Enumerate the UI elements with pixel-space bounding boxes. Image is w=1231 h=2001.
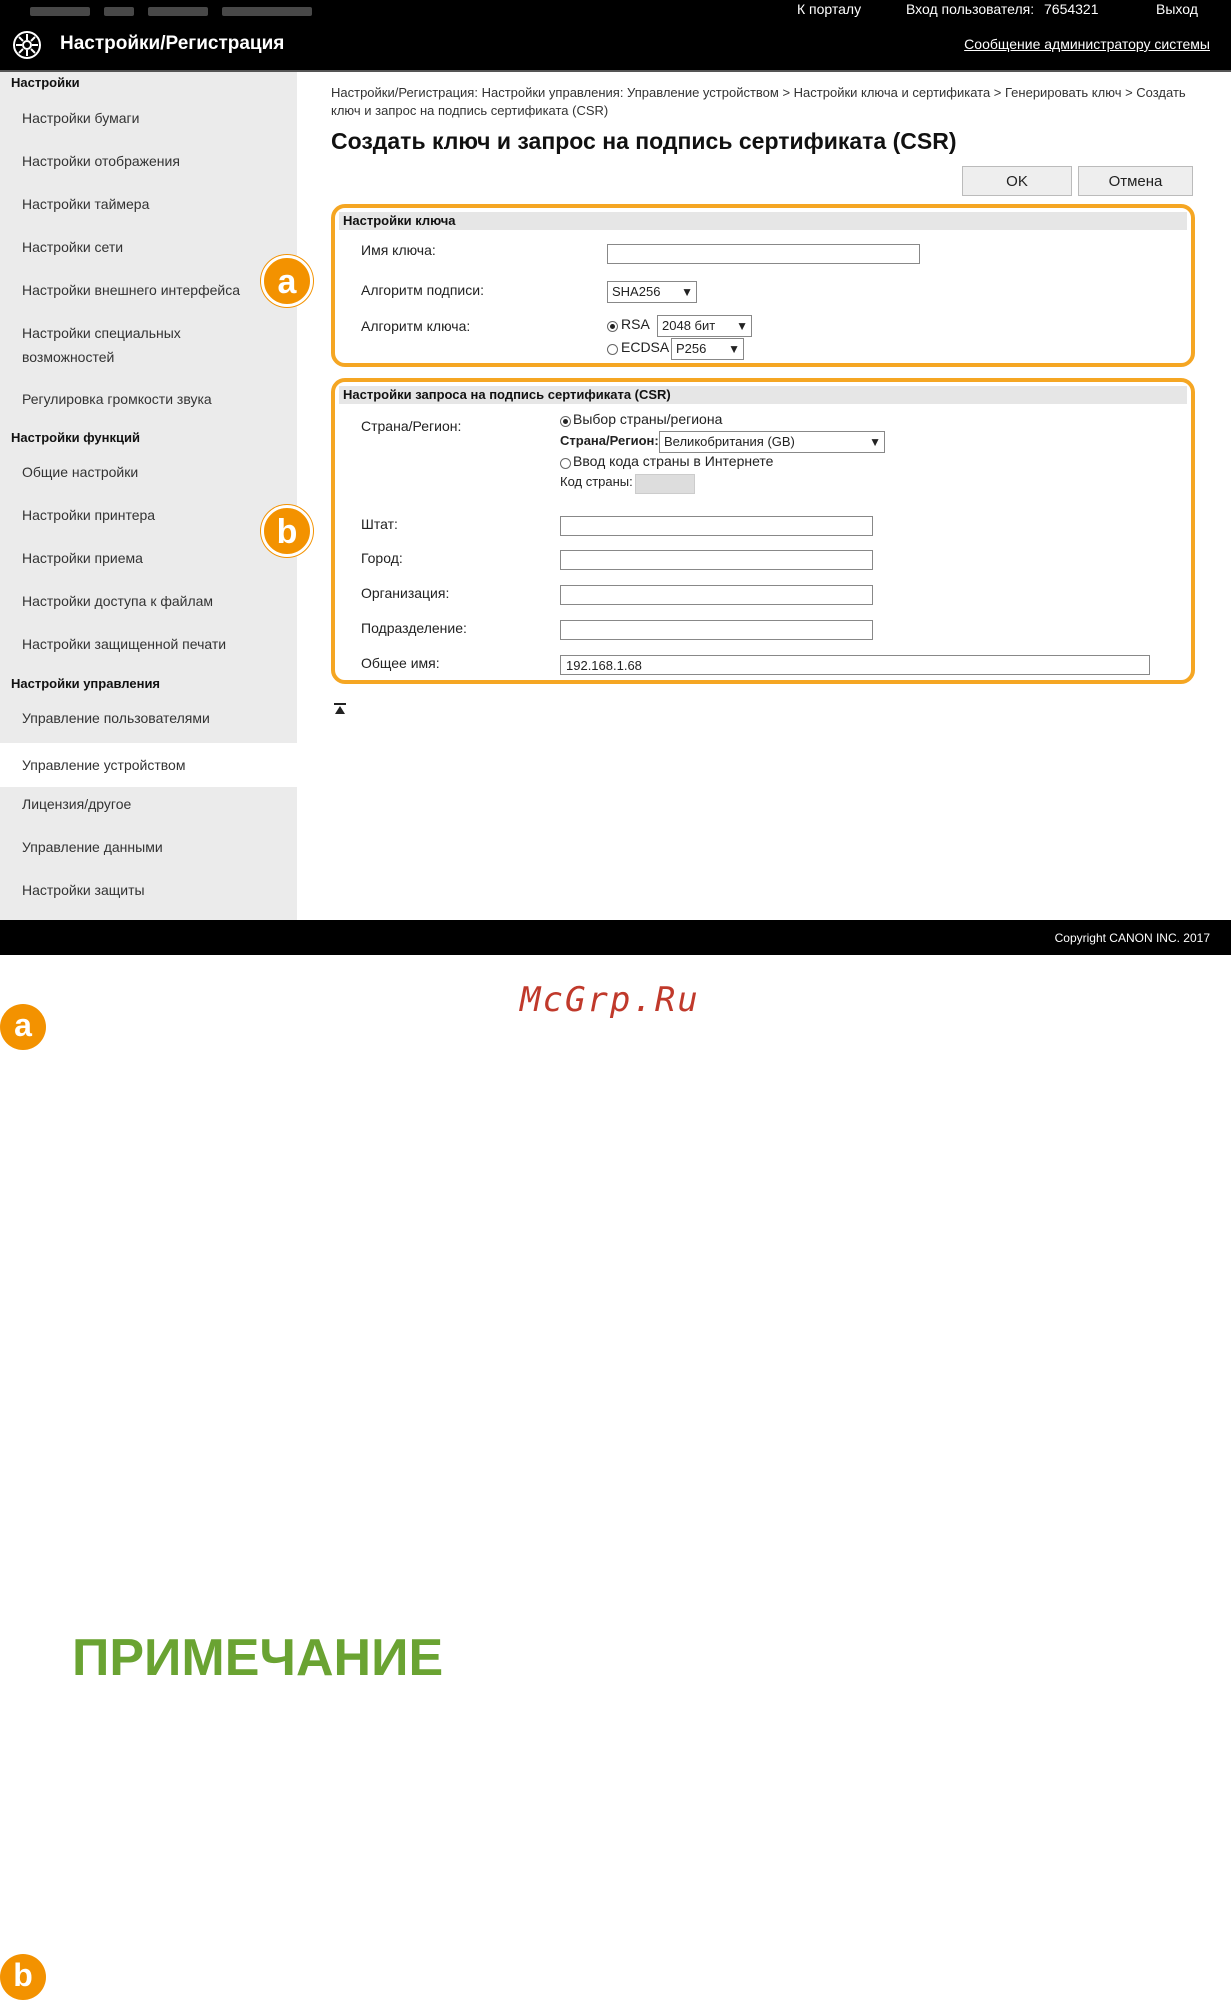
unit-input[interactable]	[560, 620, 873, 640]
organization-input[interactable]	[560, 585, 873, 605]
breadcrumb: Настройки/Регистрация: Настройки управле…	[331, 85, 1186, 118]
key-settings-heading: Настройки ключа	[339, 212, 1187, 230]
scroll-to-top-icon[interactable]	[333, 702, 347, 716]
title-bar: Настройки/Регистрация Сообщение админист…	[0, 18, 1231, 72]
common-name-label: Общее имя:	[361, 655, 440, 671]
select-country-label: Выбор страны/региона	[573, 411, 723, 427]
internet-code-label: Ввод кода страны в Интернете	[573, 453, 774, 469]
chevron-down-icon: ▼	[736, 319, 748, 333]
country-region-label: Страна/Регион:	[560, 433, 659, 448]
doc-badge-b: b	[0, 1954, 46, 2000]
sidebar-item-license[interactable]: Лицензия/другое	[22, 792, 284, 816]
logout-link[interactable]: Выход	[1156, 1, 1198, 17]
app-title: Настройки/Регистрация	[60, 33, 285, 54]
sidebar-item-network[interactable]: Настройки сети	[22, 235, 284, 259]
key-name-input[interactable]	[607, 244, 920, 264]
csr-settings-group: Настройки запроса на подпись сертификата…	[331, 378, 1195, 684]
country-code-input[interactable]	[635, 474, 695, 494]
country-select[interactable]: Великобритания (GB) ▼	[659, 431, 885, 453]
screenshot-frame: К порталу Вход пользователя: 7654321 Вых…	[0, 0, 1231, 955]
page-title: Создать ключ и запрос на подпись сертифи…	[331, 128, 957, 154]
sidebar-item-accessibility[interactable]: Настройки специальных возможностей	[22, 321, 212, 369]
sidebar-item-volume[interactable]: Регулировка громкости звука	[22, 387, 284, 411]
sidebar-item-user-management[interactable]: Управление пользователями	[22, 706, 284, 730]
rsa-bits-select[interactable]: 2048 бит ▼	[657, 315, 752, 337]
signature-algorithm-select[interactable]: SHA256 ▼	[607, 281, 697, 303]
chevron-down-icon: ▼	[869, 435, 881, 449]
top-bar: К порталу Вход пользователя: 7654321 Вых…	[0, 0, 1231, 18]
main-content: Настройки/Регистрация: Настройки управле…	[261, 72, 1231, 920]
sidebar-item-receive[interactable]: Настройки приема	[22, 546, 284, 570]
note-heading: ПРИМЕЧАНИЕ	[72, 1629, 444, 1687]
csr-settings-heading: Настройки запроса на подпись сертификата…	[339, 386, 1187, 404]
sidebar-item-secure-print[interactable]: Настройки защищенной печати	[22, 632, 284, 656]
key-name-label: Имя ключа:	[361, 242, 436, 258]
internet-code-radio[interactable]	[560, 458, 571, 469]
ok-button[interactable]: OK	[962, 166, 1072, 196]
chevron-down-icon: ▼	[728, 342, 740, 356]
signature-algorithm-label: Алгоритм подписи:	[361, 282, 484, 298]
callout-badge-b: b	[261, 505, 313, 557]
country-code-label: Код страны:	[560, 474, 633, 489]
portal-link[interactable]: К порталу	[797, 1, 861, 17]
unit-label: Подразделение:	[361, 620, 467, 636]
country-value: Великобритания (GB)	[664, 434, 795, 449]
sidebar-item-display[interactable]: Настройки отображения	[22, 149, 284, 173]
blurred-text	[30, 3, 360, 16]
sidebar-heading-management: Настройки управления	[11, 676, 161, 691]
sidebar: Настройки Настройки бумаги Настройки ото…	[0, 72, 297, 920]
country-label: Страна/Регион:	[361, 418, 462, 434]
sidebar-heading-settings: Настройки	[11, 75, 80, 90]
watermark: McGrp.Ru	[520, 980, 700, 1020]
city-label: Город:	[361, 550, 403, 566]
login-label: Вход пользователя:	[906, 1, 1035, 17]
sidebar-item-printer[interactable]: Настройки принтера	[22, 503, 284, 527]
sidebar-heading-functions: Настройки функций	[11, 430, 140, 445]
key-algorithm-label: Алгоритм ключа:	[361, 318, 471, 334]
signature-algorithm-value: SHA256	[612, 284, 661, 299]
callout-badge-a: a	[261, 255, 313, 307]
ecdsa-curve-select[interactable]: P256 ▼	[671, 338, 744, 360]
chevron-down-icon: ▼	[681, 285, 693, 299]
select-country-radio[interactable]	[560, 416, 571, 427]
state-label: Штат:	[361, 516, 398, 532]
rsa-radio[interactable]	[607, 321, 618, 332]
doc-badge-a: a	[0, 1004, 46, 1050]
sidebar-item-general[interactable]: Общие настройки	[22, 460, 284, 484]
copyright: Copyright CANON INC. 2017	[1054, 931, 1210, 945]
sidebar-item-paper[interactable]: Настройки бумаги	[22, 106, 284, 130]
organization-label: Организация:	[361, 585, 450, 601]
admin-message-link[interactable]: Сообщение администратору системы	[964, 36, 1210, 52]
ecdsa-radio[interactable]	[607, 344, 618, 355]
rsa-label: RSA	[621, 316, 650, 332]
cancel-button[interactable]: Отмена	[1078, 166, 1193, 196]
settings-logo-icon	[13, 31, 41, 59]
sidebar-item-device-management[interactable]: Управление устройством	[0, 743, 297, 787]
ecdsa-label: ECDSA	[621, 339, 670, 355]
sidebar-item-timer[interactable]: Настройки таймера	[22, 192, 284, 216]
common-name-input[interactable]	[560, 655, 1150, 675]
sidebar-item-security[interactable]: Настройки защиты	[22, 878, 284, 902]
key-settings-group: Настройки ключа Имя ключа: Алгоритм подп…	[331, 204, 1195, 367]
ecdsa-curve-value: P256	[676, 341, 707, 356]
footer: Copyright CANON INC. 2017	[0, 920, 1231, 955]
user-id: 7654321	[1044, 1, 1099, 17]
sidebar-item-external-interface[interactable]: Настройки внешнего интерфейса	[22, 278, 258, 302]
city-input[interactable]	[560, 550, 873, 570]
state-input[interactable]	[560, 516, 873, 536]
sidebar-item-file-access[interactable]: Настройки доступа к файлам	[22, 589, 284, 613]
sidebar-item-data-management[interactable]: Управление данными	[22, 835, 284, 859]
rsa-bits-value: 2048 бит	[662, 318, 716, 333]
